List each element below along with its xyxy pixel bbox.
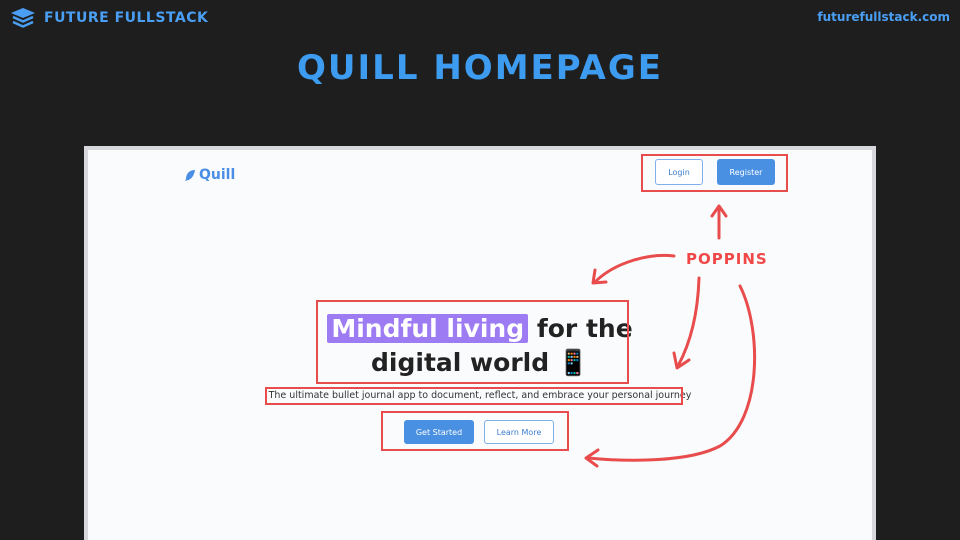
- arrow-to-cta: [586, 284, 757, 462]
- arrow-to-headline: [593, 253, 676, 284]
- annotation-arrows: [584, 204, 757, 468]
- arrow-to-subtitle: [676, 276, 701, 368]
